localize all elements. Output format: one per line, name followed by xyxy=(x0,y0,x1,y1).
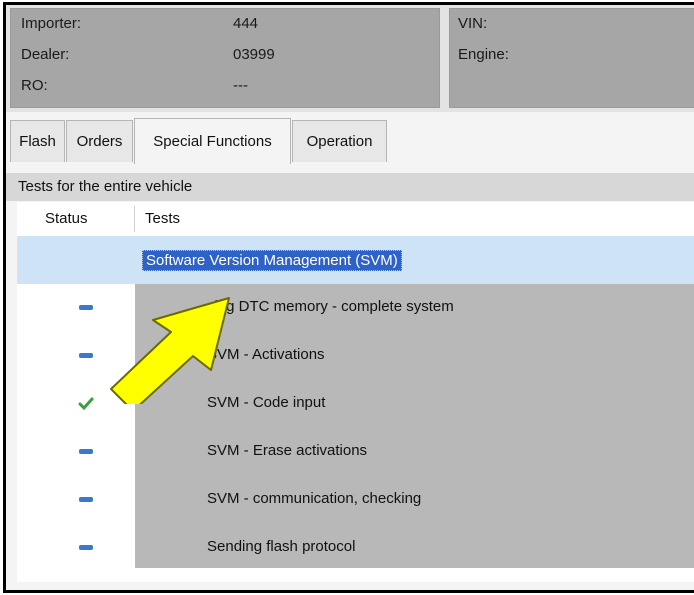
tab-flash[interactable]: Flash xyxy=(10,120,65,162)
blue-dash-icon xyxy=(79,353,93,358)
status-column-header[interactable]: Status xyxy=(45,210,88,227)
dealer-label: Dealer: xyxy=(21,46,70,63)
engine-label: Engine: xyxy=(458,46,509,63)
vin-label: VIN: xyxy=(458,15,488,32)
blue-dash-icon xyxy=(79,545,93,550)
test-group-row[interactable]: Software Version Management (SVM) xyxy=(17,236,694,284)
tab-bar: Flash Orders Special Functions Operation xyxy=(6,112,694,164)
app-window: Importer: 444 Dealer: 03999 RO: --- VIN:… xyxy=(3,2,694,593)
vehicle-info-header: Importer: 444 Dealer: 03999 RO: --- VIN:… xyxy=(6,5,694,113)
tab-special-functions[interactable]: Special Functions xyxy=(134,118,291,164)
tests-column-header[interactable]: Tests xyxy=(145,210,180,227)
table-row[interactable]: SVM - Erase activations xyxy=(17,428,694,476)
arrow-shape xyxy=(110,297,230,404)
yellow-arrow-annotation xyxy=(110,297,230,404)
dealer-value: 03999 xyxy=(233,46,275,63)
table-row[interactable]: Sending flash protocol xyxy=(17,524,694,572)
column-divider xyxy=(134,206,135,232)
dealer-info-panel: Importer: 444 Dealer: 03999 RO: --- xyxy=(10,8,440,108)
table-row[interactable]: SVM - communication, checking xyxy=(17,476,694,524)
section-title: Tests for the entire vehicle xyxy=(6,173,694,201)
tab-orders[interactable]: Orders xyxy=(66,120,133,162)
test-label: Sending flash protocol xyxy=(207,538,356,555)
test-group-label[interactable]: Software Version Management (SVM) xyxy=(142,250,402,271)
blue-dash-icon xyxy=(79,497,93,502)
blue-dash-icon xyxy=(79,305,93,310)
importer-label: Importer: xyxy=(21,15,82,32)
ro-value: --- xyxy=(233,77,248,94)
test-label: SVM - communication, checking xyxy=(207,490,422,507)
green-check-icon xyxy=(78,397,94,411)
blue-dash-icon xyxy=(79,449,93,454)
tab-operation[interactable]: Operation xyxy=(292,120,387,162)
importer-value: 444 xyxy=(233,15,259,32)
test-label: SVM - Erase activations xyxy=(207,442,368,459)
ro-label: RO: xyxy=(21,77,48,94)
table-header: Status Tests xyxy=(17,202,694,236)
vehicle-id-panel: VIN: Engine: xyxy=(449,8,694,108)
